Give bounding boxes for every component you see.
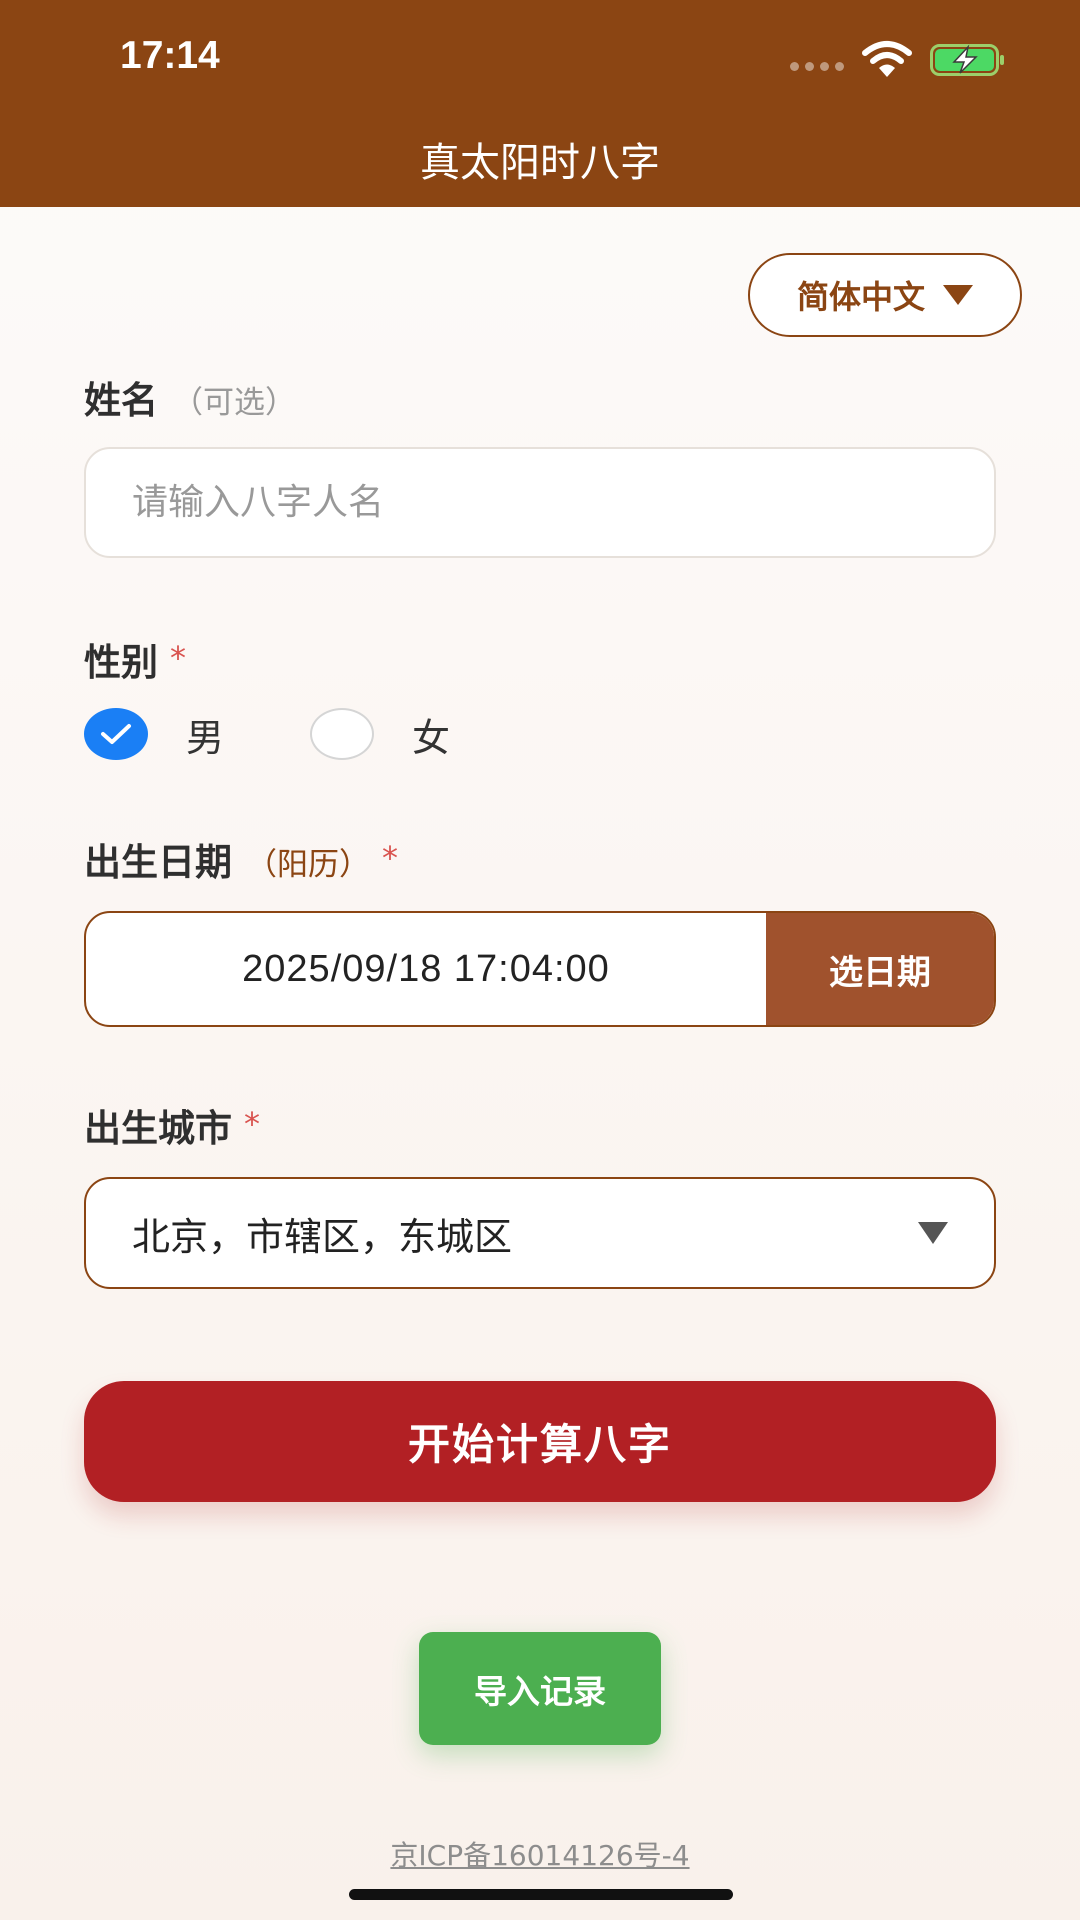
- home-indicator[interactable]: [349, 1889, 733, 1900]
- birth-city-select[interactable]: 北京，市辖区，东城区: [84, 1177, 996, 1289]
- battery-charging-icon: [930, 44, 1004, 76]
- birth-date-label-text: 出生日期: [84, 841, 232, 884]
- cellular-signal-icon: [790, 62, 844, 71]
- icp-license-link[interactable]: 京ICP备16014126号-4: [0, 1834, 1080, 1874]
- name-input[interactable]: [84, 447, 996, 558]
- required-mark: *: [170, 639, 186, 677]
- birth-city-value: 北京，市辖区，东城区: [132, 1214, 513, 1259]
- gender-female-label: 女: [412, 715, 451, 760]
- birth-city-label: 出生城市 *: [84, 1098, 260, 1152]
- import-records-button[interactable]: 导入记录: [419, 1632, 661, 1745]
- required-mark: *: [382, 839, 398, 877]
- gender-option-female[interactable]: 女: [310, 707, 450, 762]
- gender-male-label: 男: [186, 715, 225, 760]
- gender-option-male[interactable]: 男: [84, 707, 224, 762]
- birth-date-label: 出生日期 （阳历） *: [84, 832, 398, 886]
- checkmark-icon: [101, 724, 131, 744]
- radio-checked[interactable]: [84, 708, 148, 760]
- solar-calendar-hint: （阳历）: [246, 847, 370, 883]
- top-bar: 17:14 真太阳时八字: [0, 0, 1080, 207]
- name-optional-hint: （可选）: [172, 385, 296, 421]
- required-mark: *: [244, 1105, 260, 1143]
- birth-date-value[interactable]: 2025/09/18 17:04:00: [86, 913, 766, 1025]
- gender-label-text: 性别: [84, 641, 158, 684]
- status-time: 17:14: [120, 34, 220, 77]
- gender-label: 性别 *: [84, 632, 186, 686]
- name-label-text: 姓名: [84, 379, 158, 422]
- gender-radio-group: 男 女: [84, 706, 450, 762]
- birth-date-field: 2025/09/18 17:04:00 选日期: [84, 911, 996, 1027]
- dropdown-triangle-icon: [943, 285, 973, 305]
- radio-unchecked[interactable]: [310, 708, 375, 760]
- page-title: 真太阳时八字: [420, 140, 660, 186]
- pick-date-button[interactable]: 选日期: [766, 913, 994, 1025]
- dropdown-triangle-icon: [918, 1222, 948, 1244]
- language-select[interactable]: 简体中文: [748, 253, 1022, 337]
- wifi-icon: [862, 41, 912, 77]
- name-label: 姓名 （可选）: [84, 370, 296, 424]
- language-select-label: 简体中文: [796, 278, 925, 316]
- birth-city-label-text: 出生城市: [84, 1107, 232, 1150]
- calculate-bazi-button[interactable]: 开始计算八字: [84, 1381, 996, 1502]
